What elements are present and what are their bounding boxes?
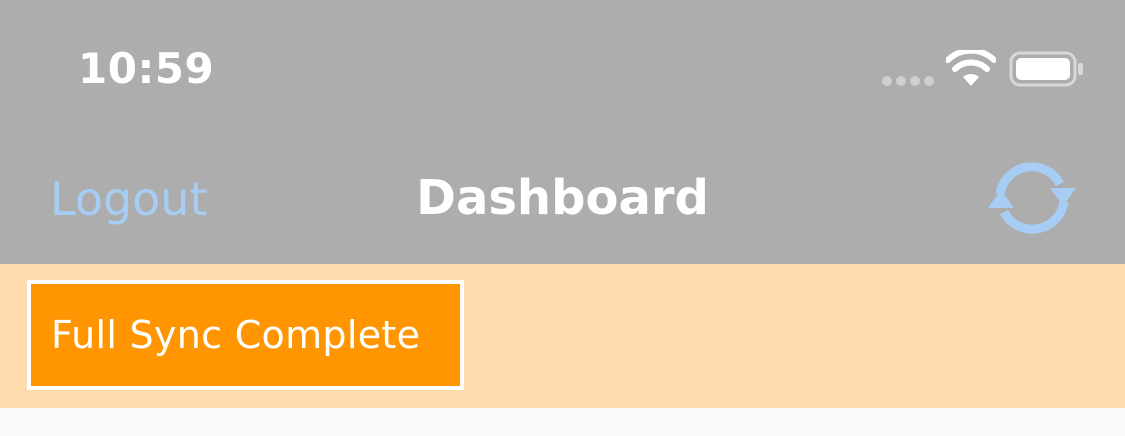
page-title: Dashboard (416, 170, 709, 226)
sync-status-badge: Full Sync Complete (27, 280, 464, 390)
navigation-bar: Logout Dashboard (0, 132, 1125, 264)
sync-status-banner: Full Sync Complete (0, 264, 1125, 408)
dashboard-screen: 10:59 Logout Dashboard Full Sync Complet… (0, 0, 1125, 436)
sync-status-label: Full Sync Complete (51, 313, 421, 357)
wifi-icon (946, 50, 996, 86)
refresh-icon[interactable] (984, 158, 1080, 238)
status-bar: 10:59 (0, 0, 1125, 132)
signal-icon (882, 76, 934, 86)
content-area (0, 408, 1125, 436)
status-time: 10:59 (78, 44, 215, 93)
battery-icon (1009, 51, 1083, 87)
